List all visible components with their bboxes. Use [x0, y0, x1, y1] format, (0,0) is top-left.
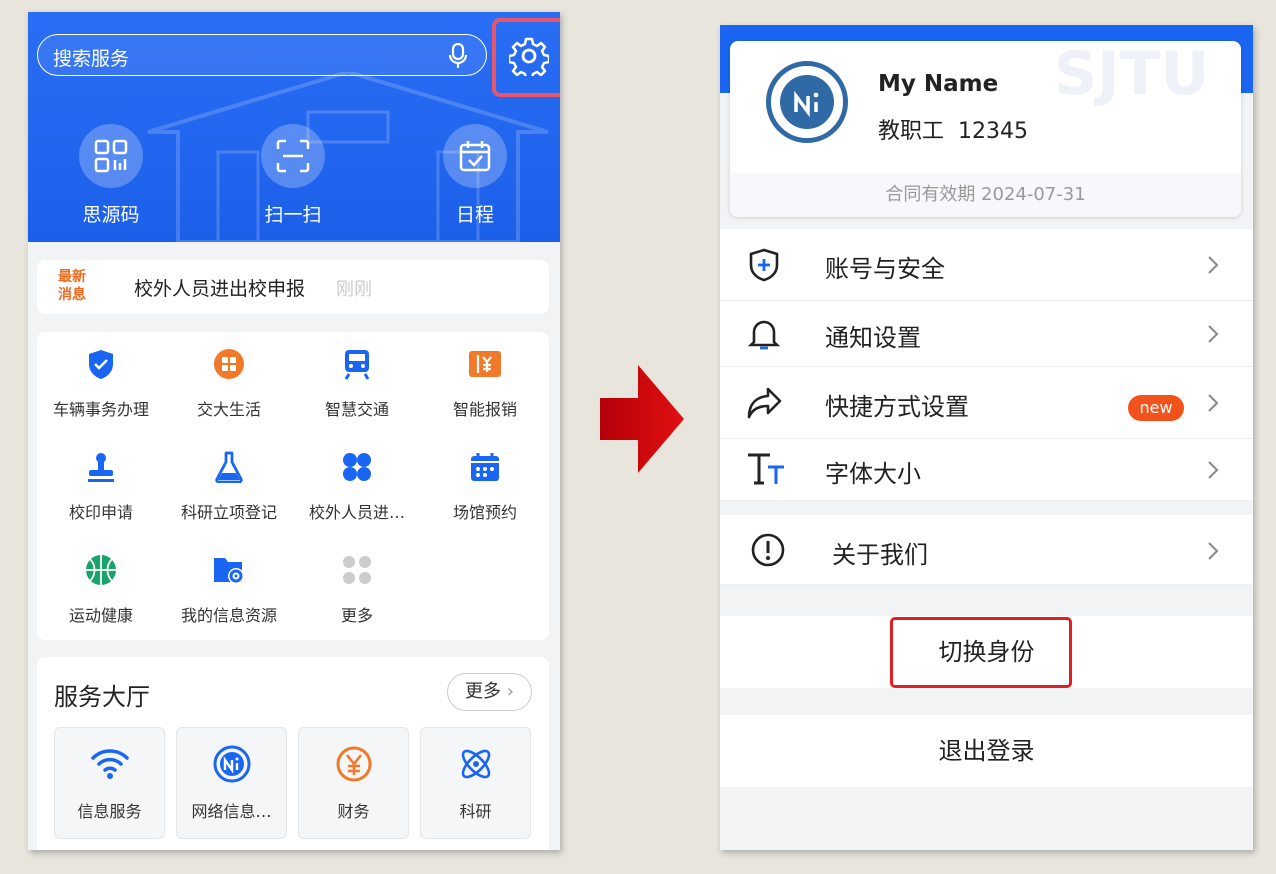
hall-item[interactable]: 网络信息…: [176, 727, 287, 839]
quick-action-label: 扫一扫: [264, 204, 322, 226]
service-label: 交大生活: [196, 400, 261, 419]
chevron-right-icon: [1208, 461, 1219, 479]
yuan-icon: [336, 746, 371, 782]
hall-item-label: 信息服务: [77, 802, 142, 821]
menu-label: 账号与安全: [825, 255, 945, 283]
menu-label: 字体大小: [825, 460, 921, 488]
hall-item-label: 科研: [459, 802, 492, 821]
home-screen: 搜索服务 思源码 扫一扫 日程 最新 消息 校外人员进出校申报 刚刚 车辆事务办理…: [28, 12, 560, 850]
news-text: 校外人员进出校申报: [134, 278, 306, 300]
basketball-icon: [86, 555, 116, 585]
hall-item-label: 财务: [337, 802, 370, 821]
ni-logo-icon: [213, 745, 250, 783]
service-label: 校印申请: [68, 503, 133, 522]
service-item[interactable]: 运动健康: [37, 552, 165, 626]
transition-arrow-icon: [600, 365, 684, 473]
service-label: 我的信息资源: [180, 606, 277, 625]
service-item[interactable]: 科研立项登记: [165, 449, 293, 523]
search-placeholder: 搜索服务: [53, 48, 130, 70]
menu-label: 通知设置: [825, 324, 921, 352]
menu-label: 快捷方式设置: [825, 393, 969, 421]
service-item[interactable]: 车辆事务办理: [37, 346, 165, 420]
profile-name: My Name: [878, 71, 999, 97]
folder-gear-icon: [214, 558, 244, 584]
train-icon: [344, 350, 370, 380]
service-item[interactable]: 校印申请: [37, 449, 165, 523]
quick-action-scan[interactable]: 扫一扫: [248, 124, 338, 227]
news-tag: 最新 消息: [58, 269, 86, 303]
stamp-icon: [88, 453, 114, 482]
service-item[interactable]: 我的信息资源: [165, 552, 293, 626]
service-item[interactable]: 交大生活: [165, 346, 293, 420]
contract-validity: 合同有效期 2024-07-31: [730, 173, 1241, 217]
hall-item[interactable]: 信息服务: [54, 727, 165, 839]
service-label: 智能报销: [452, 400, 517, 419]
service-label: 科研立项登记: [180, 503, 277, 522]
service-label: 车辆事务办理: [52, 400, 149, 419]
chevron-right-icon: [1208, 256, 1219, 274]
service-label: 运动健康: [68, 606, 133, 625]
home-header: 搜索服务 思源码 扫一扫 日程: [28, 12, 560, 242]
atom-icon: [461, 749, 490, 779]
service-grid: 车辆事务办理 交大生活 智慧交通 智能报销 校印申请 科研立项登记 校外人员进……: [37, 332, 549, 640]
qr-code-icon: [94, 139, 128, 173]
menu-item-notification-settings[interactable]: 通知设置: [720, 301, 1253, 367]
service-item[interactable]: 智慧交通: [293, 346, 421, 420]
logout-button[interactable]: 退出登录: [720, 715, 1253, 787]
microphone-icon[interactable]: [448, 43, 468, 69]
switch-identity-highlight-box: [890, 617, 1072, 688]
service-item[interactable]: 场馆预约: [421, 449, 549, 523]
news-banner[interactable]: 最新 消息 校外人员进出校申报 刚刚: [37, 260, 549, 314]
service-label: 更多: [340, 606, 373, 625]
service-hall-more-button[interactable]: 更多 ›: [447, 673, 532, 711]
bell-icon: [747, 320, 781, 350]
service-hall-title: 服务大厅: [54, 683, 150, 711]
search-bar[interactable]: 搜索服务: [37, 34, 487, 76]
quick-action-label: 日程: [455, 204, 494, 226]
scan-icon: [276, 139, 310, 173]
ni-logo-icon: [794, 90, 819, 118]
menu-label: 关于我们: [832, 541, 928, 569]
hall-item-label: 网络信息…: [191, 802, 272, 821]
quick-action-siyuan-code[interactable]: 思源码: [66, 124, 156, 227]
service-item[interactable]: 更多: [293, 552, 421, 626]
invoice-icon: [469, 351, 501, 377]
grid-circle-icon: [214, 349, 244, 379]
info-exclaim-icon: [751, 533, 785, 567]
quick-action-label: 思源码: [82, 204, 140, 226]
service-label: 校外人员进…: [308, 503, 405, 522]
profile-card[interactable]: SJTU My Name 教职工 12345 合同有效期 2024-07-31: [730, 41, 1241, 217]
font-size-icon: [748, 453, 784, 485]
avatar: [766, 61, 848, 143]
service-hall: 服务大厅 更多 › 信息服务 网络信息… 财务 科研: [37, 657, 549, 850]
hall-item[interactable]: 财务: [298, 727, 409, 839]
menu-item-account-security[interactable]: 账号与安全: [720, 229, 1253, 301]
wifi-icon: [90, 749, 129, 779]
venue-calendar-icon: [471, 453, 499, 481]
chevron-right-icon: [1208, 325, 1219, 343]
flask-icon: [215, 451, 243, 483]
chevron-right-icon: [1208, 542, 1219, 560]
share-arrow-icon: [747, 387, 782, 419]
calendar-icon: [459, 141, 491, 172]
menu-item-font-size[interactable]: 字体大小: [720, 439, 1253, 501]
chevron-right-icon: [1208, 394, 1219, 412]
service-label: 智慧交通: [324, 400, 389, 419]
shield-check-icon: [89, 350, 113, 379]
menu-item-about-us[interactable]: 关于我们: [720, 515, 1253, 585]
service-item[interactable]: 智能报销: [421, 346, 549, 420]
profile-role-id: 教职工 12345: [878, 119, 1028, 144]
quick-action-schedule[interactable]: 日程: [430, 124, 520, 227]
hall-item[interactable]: 科研: [420, 727, 531, 839]
news-time: 刚刚: [336, 279, 372, 300]
more-dots-icon: [343, 556, 371, 584]
sjtu-watermark: SJTU: [1054, 41, 1210, 109]
clover-icon: [343, 453, 371, 481]
new-badge: new: [1128, 395, 1184, 421]
service-label: 场馆预约: [452, 503, 517, 522]
shield-plus-icon: [749, 248, 779, 282]
profile-screen: SJTU My Name 教职工 12345 合同有效期 2024-07-31 …: [720, 25, 1253, 850]
gear-icon[interactable]: [509, 36, 549, 76]
service-item[interactable]: 校外人员进…: [293, 449, 421, 523]
